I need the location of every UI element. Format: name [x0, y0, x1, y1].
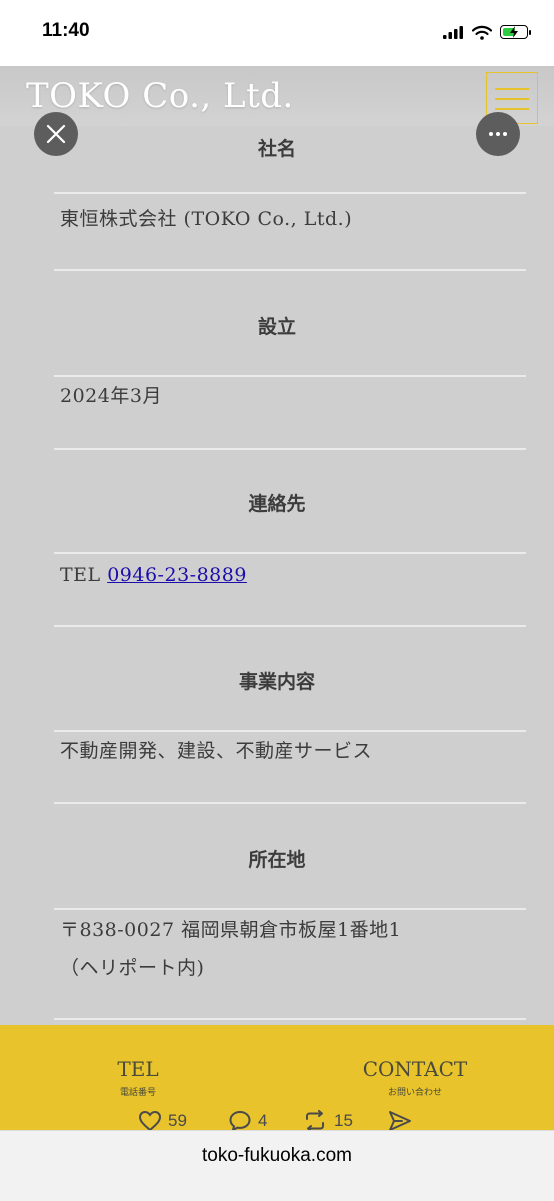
status-icons — [442, 22, 531, 42]
repost-button[interactable]: 15 — [302, 1110, 353, 1132]
divider — [54, 552, 526, 554]
site-logo[interactable]: TOKO Co., Ltd. — [26, 76, 294, 116]
contact-cta-label: CONTACT — [362, 1057, 468, 1081]
contact-cta-button[interactable]: CONTACT お問い合わせ — [345, 1057, 485, 1098]
send-icon — [389, 1111, 411, 1131]
repost-icon — [306, 1110, 324, 1132]
comment-count: 4 — [258, 1111, 268, 1130]
address-line-1: 〒838-0027 福岡県朝倉市板屋1番地1 — [60, 919, 402, 941]
share-button[interactable] — [388, 1110, 412, 1132]
like-button[interactable]: 59 — [138, 1110, 187, 1132]
address-value: 〒838-0027 福岡県朝倉市板屋1番地1 （ヘリポート内) — [60, 911, 500, 987]
status-bar: 11:40 — [0, 0, 554, 66]
founded-heading: 設立 — [257, 316, 296, 338]
comment-button[interactable]: 4 — [228, 1110, 267, 1132]
phone-link[interactable]: 0946-23-8889 — [107, 564, 247, 586]
url-text[interactable]: toko-fukuoka.com — [0, 1145, 554, 1167]
divider — [54, 269, 526, 271]
company-name-value: 東恒株式会社 (TOKO Co., Ltd.) — [60, 208, 353, 230]
web-page: TOKO Co., Ltd. 社名 東恒株式会社 (TOKO Co., Ltd.… — [0, 66, 554, 1136]
repost-count: 15 — [334, 1111, 353, 1130]
divider — [54, 192, 526, 194]
divider — [54, 448, 526, 450]
divider — [54, 625, 526, 627]
tel-prefix: TEL — [60, 564, 108, 586]
status-time: 11:40 — [42, 20, 90, 41]
company-name-heading: 社名 — [257, 138, 296, 160]
divider — [54, 802, 526, 804]
business-heading: 事業内容 — [238, 671, 315, 693]
signal-icon — [443, 26, 463, 39]
address-line-2: （ヘリポート内) — [60, 957, 205, 979]
like-count: 59 — [168, 1111, 187, 1130]
browser-url-bar[interactable]: toko-fukuoka.com — [0, 1130, 554, 1201]
address-heading: 所在地 — [248, 849, 306, 871]
founded-value: 2024年3月 — [60, 385, 162, 407]
divider — [54, 908, 526, 910]
comment-icon — [229, 1110, 251, 1132]
tel-cta-label: TEL — [117, 1057, 159, 1081]
wifi-icon — [472, 25, 492, 40]
heart-icon — [138, 1110, 162, 1132]
business-value: 不動産開発、建設、不動産サービス — [60, 740, 373, 762]
tel-cta-sublabel: 電話番号 — [119, 1088, 156, 1098]
divider — [54, 1018, 526, 1020]
contact-value: TEL 0946-23-8889 — [60, 556, 500, 594]
tel-cta-button[interactable]: TEL 電話番号 — [88, 1057, 188, 1098]
contact-cta-sublabel: お問い合わせ — [387, 1088, 442, 1098]
contact-heading: 連絡先 — [248, 493, 306, 515]
site-header: TOKO Co., Ltd. — [0, 66, 554, 126]
battery-icon — [500, 25, 531, 39]
